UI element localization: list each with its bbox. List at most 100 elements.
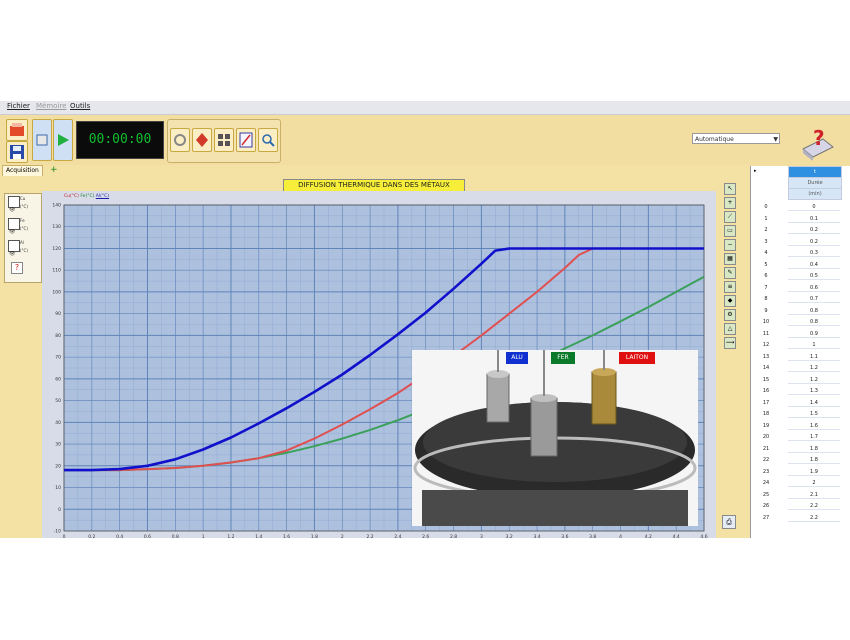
eye-icon[interactable]: 👁 xyxy=(9,207,15,213)
table-cell[interactable]: 1.3 xyxy=(788,388,840,395)
cursor-icon[interactable]: ↖ xyxy=(724,183,736,195)
fit-icon[interactable]: ≡ xyxy=(724,281,736,293)
tab-strip: Acquisition + xyxy=(0,165,748,176)
table-cell[interactable]: 0.8 xyxy=(788,308,840,315)
table-cell[interactable]: 2 xyxy=(788,480,840,487)
acquisition-mode-select[interactable]: Automatique ▼ xyxy=(692,133,780,144)
table-header-unit: (min) xyxy=(788,188,842,200)
marker-icon[interactable]: ◆ xyxy=(724,295,736,307)
triangle-icon[interactable]: △ xyxy=(724,323,736,335)
table-row-index: 3 xyxy=(764,238,768,245)
zoom-icon[interactable] xyxy=(258,128,278,152)
table-cell[interactable]: 1.2 xyxy=(788,377,840,384)
x-tick-label: 2.8 xyxy=(450,534,457,538)
table-cell[interactable]: 1.9 xyxy=(788,469,840,476)
eye-icon[interactable]: 👁 xyxy=(9,251,15,257)
photo-label-alu: ALU xyxy=(506,352,528,364)
print-icon[interactable]: ⎙ xyxy=(722,515,736,529)
table-cell[interactable]: 1.7 xyxy=(788,434,840,441)
y-tick-label: 100 xyxy=(52,289,61,295)
table-cell[interactable]: 2.1 xyxy=(788,492,840,499)
table-cell[interactable]: 0.9 xyxy=(788,331,840,338)
table-row-index: 5 xyxy=(764,261,768,268)
wrench-icon[interactable]: ⚙ xyxy=(724,309,736,321)
table-cell[interactable]: 1.1 xyxy=(788,354,840,361)
y-tick-label: 140 xyxy=(52,203,61,209)
crosshair-icon[interactable]: + xyxy=(724,197,736,209)
y-tick-label: 30 xyxy=(55,442,61,448)
model-icon[interactable]: ⟿ xyxy=(724,337,736,349)
table-cell[interactable]: 1.4 xyxy=(788,400,840,407)
table-row-index: 24 xyxy=(762,480,770,486)
y-tick-label: 60 xyxy=(55,376,61,382)
table-row-index: 7 xyxy=(764,284,768,291)
add-tab-button[interactable]: + xyxy=(50,165,58,175)
y-tick-label: 70 xyxy=(55,355,61,361)
series-name: Cu xyxy=(20,196,26,201)
menu-fichier[interactable]: Fichier xyxy=(7,102,30,110)
x-tick-label: 1 xyxy=(202,534,205,538)
save-icon[interactable] xyxy=(6,141,28,163)
zoom-box-icon[interactable]: ▭ xyxy=(724,225,736,237)
play-button[interactable] xyxy=(53,119,73,161)
table-cell[interactable]: 1.8 xyxy=(788,446,840,453)
series-card-al[interactable]: Al (°C) 👁 xyxy=(7,240,39,258)
series-help-icon[interactable]: ? xyxy=(11,262,23,274)
experiment-photo: ALU FER LAITON xyxy=(412,350,698,526)
table-cell[interactable]: 0.5 xyxy=(788,273,840,280)
toolbar: 00:00:00 Automatique ▼ ? xyxy=(0,115,850,167)
chart-tools: ↖ + ⟋ ▭ − ▦ ✎ ≡ ◆ ⚙ △ ⟿ xyxy=(724,183,736,353)
series-card-cu[interactable]: Cu (°C) 👁 xyxy=(7,196,39,214)
table-cell[interactable]: 0.8 xyxy=(788,319,840,326)
x-tick-label: 0.6 xyxy=(144,534,151,538)
table-row-index: 13 xyxy=(762,353,770,360)
stop-button[interactable] xyxy=(32,119,52,161)
photo-label-laiton: LAITON xyxy=(619,352,655,364)
help-icon[interactable]: ? xyxy=(797,123,837,163)
scale-icon[interactable]: ▦ xyxy=(724,253,736,265)
table-cell[interactable]: 0.1 xyxy=(788,216,840,223)
tab-acquisition[interactable]: Acquisition xyxy=(2,165,43,176)
tangent-icon[interactable]: ⟋ xyxy=(724,211,736,223)
series-panel: Cu (°C) 👁 Fe (°C) 👁 Al (°C) 👁 ? xyxy=(4,193,42,283)
legend-al: Al(°C) xyxy=(95,194,110,199)
table-row-index: 2 xyxy=(764,227,768,233)
table-cell[interactable]: 0 xyxy=(788,204,840,211)
table-cell[interactable]: 0.2 xyxy=(788,227,840,234)
menu-outils[interactable]: Outils xyxy=(70,102,90,110)
menu-memoire[interactable]: Mémoire xyxy=(36,102,66,110)
x-tick-label: 3 xyxy=(480,534,483,538)
svg-text:?: ? xyxy=(813,126,825,150)
table-cell[interactable]: 0.7 xyxy=(788,296,840,303)
sensor-icon[interactable] xyxy=(192,128,212,152)
table-row-index: 6 xyxy=(764,273,768,279)
table-cell[interactable]: 1.8 xyxy=(788,457,840,464)
zoom-out-icon[interactable]: − xyxy=(724,239,736,251)
table-cell[interactable]: 1.2 xyxy=(788,365,840,372)
legend-cu: Cu(°C) xyxy=(64,194,79,199)
x-tick-label: 2.6 xyxy=(422,534,429,538)
timer-display: 00:00:00 xyxy=(76,121,164,159)
table-cell[interactable]: 0.3 xyxy=(788,250,840,257)
grid-view-icon[interactable] xyxy=(214,128,234,152)
table-cell[interactable]: 1.6 xyxy=(788,423,840,430)
table-cell[interactable]: 1 xyxy=(788,342,840,349)
table-cell[interactable]: 2.2 xyxy=(788,515,840,522)
table-cell[interactable]: 2.2 xyxy=(788,503,840,510)
series-card-fe[interactable]: Fe (°C) 👁 xyxy=(7,218,39,236)
series-unit: (°C) xyxy=(20,248,28,253)
pen-icon[interactable]: ✎ xyxy=(724,267,736,279)
table-cell[interactable]: 0.4 xyxy=(788,262,840,269)
settings-icon[interactable] xyxy=(170,128,190,152)
x-tick-label: 3.2 xyxy=(506,534,513,538)
open-file-icon[interactable] xyxy=(6,119,28,141)
x-tick-label: 1.8 xyxy=(311,534,318,538)
table-row-index: 18 xyxy=(762,411,770,417)
x-tick-label: 0.8 xyxy=(172,534,179,538)
table-cell[interactable]: 0.6 xyxy=(788,285,840,292)
table-cell[interactable]: 0.2 xyxy=(788,239,840,246)
calculation-icon[interactable] xyxy=(236,128,256,152)
table-cell[interactable]: 1.5 xyxy=(788,411,840,418)
eye-icon[interactable]: 👁 xyxy=(9,229,15,235)
x-tick-label: 0 xyxy=(63,534,66,538)
